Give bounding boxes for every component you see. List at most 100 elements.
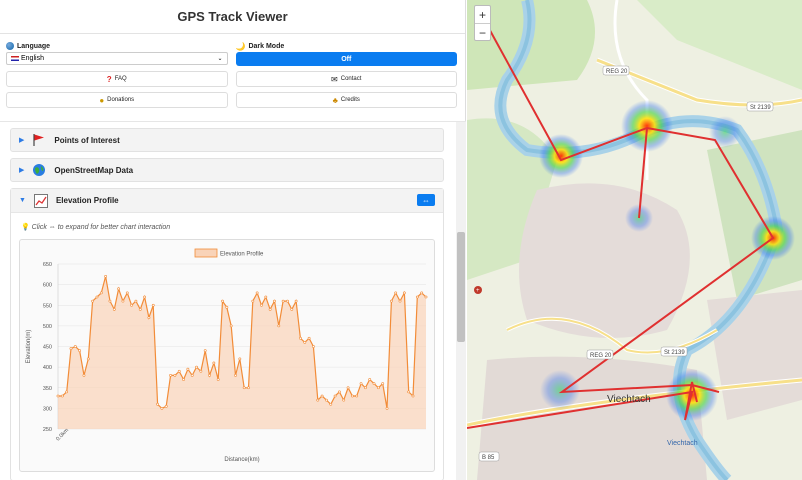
elevation-point (333, 394, 337, 398)
elevation-point (264, 295, 268, 299)
elevation-point (151, 303, 155, 307)
elevation-point (415, 295, 419, 299)
globe-icon (32, 163, 46, 177)
chevron-down-icon: ⌄ (217, 56, 223, 62)
elevation-point (216, 378, 220, 381)
elevation-point (389, 299, 393, 303)
elevation-point (320, 394, 324, 398)
elevation-point (186, 367, 190, 371)
elevation-point (268, 307, 272, 311)
elevation-point (125, 291, 129, 295)
elevation-point (281, 299, 285, 303)
y-tick-label: 650 (43, 262, 52, 268)
elevation-point (199, 369, 203, 373)
flag-icon (11, 55, 19, 61)
elevation-point (182, 378, 185, 381)
elevation-point (147, 316, 151, 320)
elevation-chart-svg[interactable]: 250 300 350 400 450 500 550 600 650 0.0km Distance… (20, 240, 436, 473)
elevation-point (294, 299, 298, 303)
donations-button[interactable]: ● Donations (6, 92, 228, 108)
elevation-point (342, 398, 346, 402)
elevation-point (143, 295, 146, 299)
expand-chart-button[interactable]: ⇔ (417, 194, 435, 206)
faq-label: FAQ (114, 76, 127, 82)
map-canvas[interactable]: REG 20 St 2139 REG 20 St 2139 B 85 Viech… (467, 0, 802, 480)
y-tick-label: 400 (43, 365, 52, 371)
x-axis-label: Distance(km) (224, 457, 259, 463)
elevation-point (398, 299, 402, 303)
elevation-point (325, 398, 328, 402)
language-value: English (21, 55, 44, 62)
map-town-label: Viechtach (607, 394, 651, 405)
elevation-point (273, 299, 276, 303)
zoom-out-button[interactable]: − (475, 24, 490, 42)
elevation-point (359, 382, 363, 386)
elevation-chart[interactable]: 250 300 350 400 450 500 550 600 650 0.0km Distance… (19, 239, 435, 472)
elevation-point (190, 373, 194, 377)
globe-icon (6, 42, 14, 50)
collapse-triangle-icon: ▼ (19, 197, 26, 204)
elevation-point (91, 299, 95, 303)
elevation-profile-panel: ▼ Elevation Profile ⇔ 💡 Click ⇔ to expan… (10, 188, 444, 480)
elevation-point (104, 274, 108, 278)
elevation-point (394, 291, 398, 295)
y-tick-label: 350 (43, 386, 52, 392)
elevation-point (299, 336, 302, 340)
elevation-point (160, 406, 164, 410)
chart-icon (33, 193, 48, 208)
language-select[interactable]: English ⌄ (6, 52, 228, 65)
elevation-point (156, 402, 159, 406)
elevation-point (329, 402, 333, 406)
section-openstreetmap-data[interactable]: ▶ OpenStreetMap Data (10, 158, 444, 182)
elevation-point (108, 299, 112, 303)
elevation-point (225, 305, 229, 309)
faq-button[interactable]: ? FAQ (6, 71, 228, 87)
darkmode-toggle[interactable]: Off (235, 52, 457, 66)
elevation-point (338, 390, 341, 394)
zoom-in-button[interactable]: + (475, 6, 490, 24)
elevation-point (164, 404, 168, 408)
elevation-point (121, 299, 125, 303)
credits-label: Credits (340, 97, 360, 103)
elevation-point (99, 291, 103, 295)
map-town-label: Viechtach (667, 440, 698, 447)
elevation-point (134, 299, 138, 303)
zoom-control: + − (474, 5, 491, 41)
contact-button[interactable]: ✉ Contact (235, 71, 457, 87)
elevation-point (86, 357, 90, 361)
legend-label: Elevation Profile (220, 252, 264, 258)
left-panel: GPS Track Viewer Language English ⌄ 🌙 Dar… (0, 0, 466, 480)
language-label: Language (17, 42, 51, 50)
elevation-point (238, 357, 242, 361)
elevation-point (56, 394, 60, 398)
map-view[interactable]: REG 20 St 2139 REG 20 St 2139 B 85 Viech… (467, 0, 802, 480)
svg-text:+: + (476, 288, 480, 294)
app-title: GPS Track Viewer (177, 9, 288, 24)
elevation-point (355, 394, 359, 398)
scrollbar-thumb[interactable] (457, 232, 465, 342)
elevation-point (385, 406, 389, 410)
section-elevation-profile[interactable]: ▼ Elevation Profile (11, 189, 443, 213)
sections-scroll-area[interactable]: ▶ Points of Interest ▶ OpenStreetMap Dat… (0, 121, 466, 480)
elevation-point (78, 349, 82, 353)
x-tick-label: 0.0km (55, 427, 70, 442)
elevation-point (368, 378, 372, 381)
elevation-point (346, 386, 350, 390)
y-tick-label: 500 (43, 324, 52, 330)
y-tick-label: 450 (43, 345, 52, 351)
elevation-point (234, 373, 237, 377)
y-axis-label: Elevation(m) (26, 330, 32, 364)
elevation-area (58, 276, 426, 429)
credits-button[interactable]: ♣ Credits (235, 92, 457, 108)
section-points-of-interest[interactable]: ▶ Points of Interest (10, 128, 444, 152)
section-title: Points of Interest (54, 135, 120, 145)
map-road-label: REG 20 (606, 69, 628, 75)
elevation-point (169, 373, 172, 377)
money-bag-icon: ● (99, 95, 105, 105)
people-icon: ♣ (332, 95, 338, 105)
elevation-point (95, 295, 99, 299)
app-header: GPS Track Viewer (0, 0, 465, 34)
scrollbar[interactable] (456, 122, 466, 480)
elevation-point (402, 291, 406, 295)
elevation-point (130, 303, 134, 307)
